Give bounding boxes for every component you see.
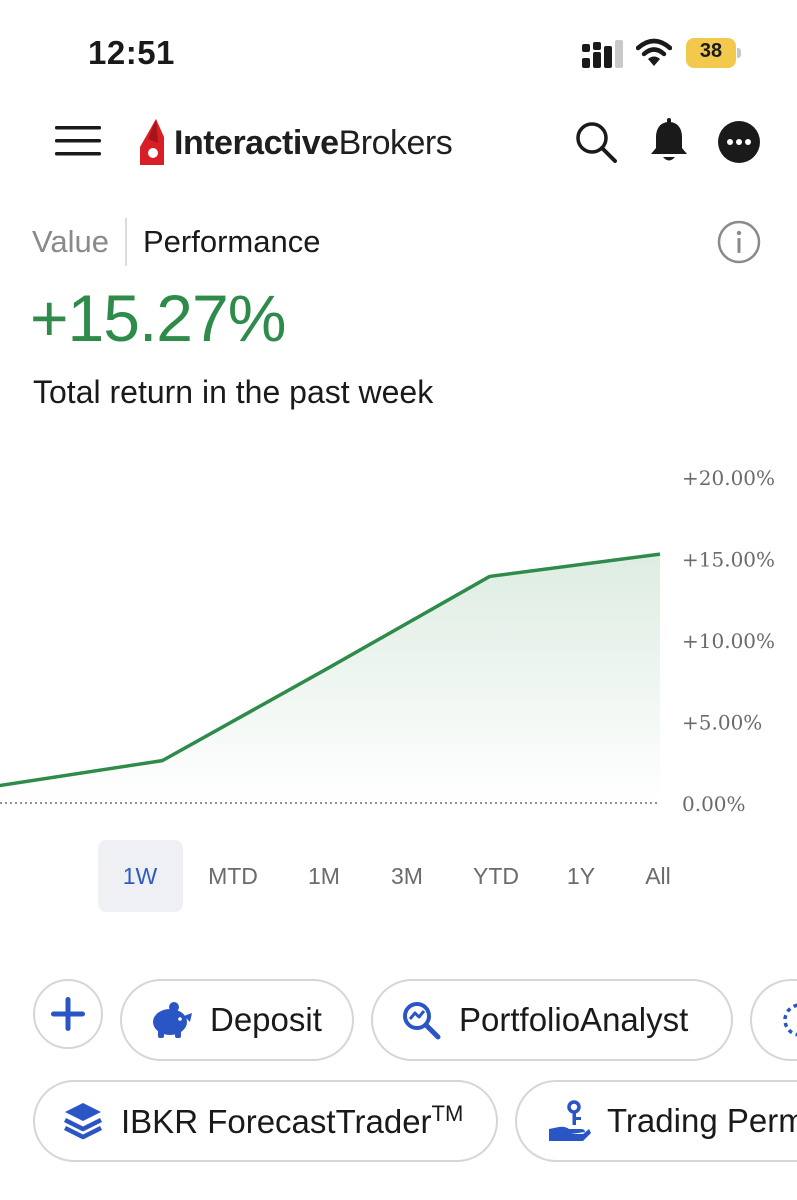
info-icon[interactable] bbox=[717, 220, 761, 264]
toggle-value[interactable]: Value bbox=[32, 218, 127, 266]
range-tab-1y[interactable]: 1Y bbox=[556, 840, 606, 912]
logo-text: InteractiveBrokers bbox=[174, 123, 453, 163]
chart-tick-layer: +20.00% +15.00% +10.00% +5.00% 0.00% bbox=[682, 466, 775, 816]
analysis-magnifier-icon bbox=[403, 1002, 441, 1040]
status-bar: 12:51 38 bbox=[0, 0, 797, 100]
app-header: InteractiveBrokers bbox=[0, 100, 797, 200]
deposit-button[interactable]: Deposit bbox=[120, 979, 354, 1061]
status-time: 12:51 bbox=[88, 34, 175, 71]
y-tick-label: 0.00% bbox=[682, 792, 746, 816]
range-tab-all[interactable]: All bbox=[633, 840, 683, 912]
menu-icon[interactable] bbox=[55, 122, 103, 160]
deposit-label: Deposit bbox=[210, 1001, 322, 1038]
battery-indicator: 38 bbox=[686, 38, 742, 68]
battery-cap bbox=[737, 48, 741, 58]
dotted-circle-icon bbox=[783, 1003, 797, 1037]
total-return-value: +15.27% bbox=[30, 281, 286, 355]
forecast-trader-button[interactable]: IBKR ForecastTraderTM bbox=[33, 1080, 498, 1162]
range-tab-1m[interactable]: 1M bbox=[294, 840, 354, 912]
wifi-icon bbox=[636, 38, 672, 66]
range-tab-1w[interactable]: 1W bbox=[97, 840, 183, 912]
logo-text-regular: Brokers bbox=[338, 123, 453, 162]
portfolio-analyst-button[interactable]: PortfolioAnalyst bbox=[371, 979, 733, 1061]
cellular-signal-icon bbox=[582, 40, 623, 68]
y-tick-label: +20.00% bbox=[682, 466, 775, 490]
add-action-button[interactable] bbox=[33, 979, 103, 1049]
piggy-bank-icon bbox=[153, 1002, 192, 1038]
layers-icon bbox=[63, 1103, 103, 1140]
toggle-performance[interactable]: Performance bbox=[127, 218, 320, 266]
total-return-caption: Total return in the past week bbox=[33, 374, 434, 410]
forecast-trader-label: IBKR ForecastTraderTM bbox=[121, 1101, 463, 1141]
search-icon[interactable] bbox=[574, 120, 618, 164]
interactive-brokers-logo[interactable]: InteractiveBrokers bbox=[136, 116, 453, 170]
forecast-trader-text: IBKR ForecastTrader bbox=[121, 1103, 432, 1140]
performance-chart[interactable]: +20.00% +15.00% +10.00% +5.00% 0.00% bbox=[0, 450, 797, 830]
value-performance-toggle: Value Performance bbox=[32, 218, 320, 266]
bell-icon[interactable] bbox=[648, 118, 690, 164]
plus-icon bbox=[51, 997, 85, 1031]
hand-key-icon bbox=[549, 1100, 591, 1141]
trademark-mark: TM bbox=[431, 1101, 464, 1126]
trading-permissions-label: Trading Perm bbox=[607, 1102, 797, 1139]
overflow-action-chip[interactable] bbox=[750, 979, 797, 1061]
range-tab-ytd[interactable]: YTD bbox=[461, 840, 531, 912]
portfolio-analyst-label: PortfolioAnalyst bbox=[459, 1001, 689, 1038]
ib-logo-mark-icon bbox=[140, 119, 164, 165]
battery-level: 38 bbox=[699, 40, 723, 62]
range-tab-mtd[interactable]: MTD bbox=[198, 840, 268, 912]
chart-area-fill bbox=[0, 554, 660, 803]
range-tab-3m[interactable]: 3M bbox=[377, 840, 437, 912]
chart-area-layer bbox=[0, 554, 660, 803]
logo-text-bold: Interactive bbox=[174, 123, 339, 162]
more-icon[interactable] bbox=[717, 120, 761, 164]
y-tick-label: +5.00% bbox=[682, 711, 762, 735]
y-tick-label: +15.00% bbox=[682, 548, 775, 572]
trading-permissions-button[interactable]: Trading Perm bbox=[515, 1080, 797, 1162]
y-tick-label: +10.00% bbox=[682, 629, 775, 653]
